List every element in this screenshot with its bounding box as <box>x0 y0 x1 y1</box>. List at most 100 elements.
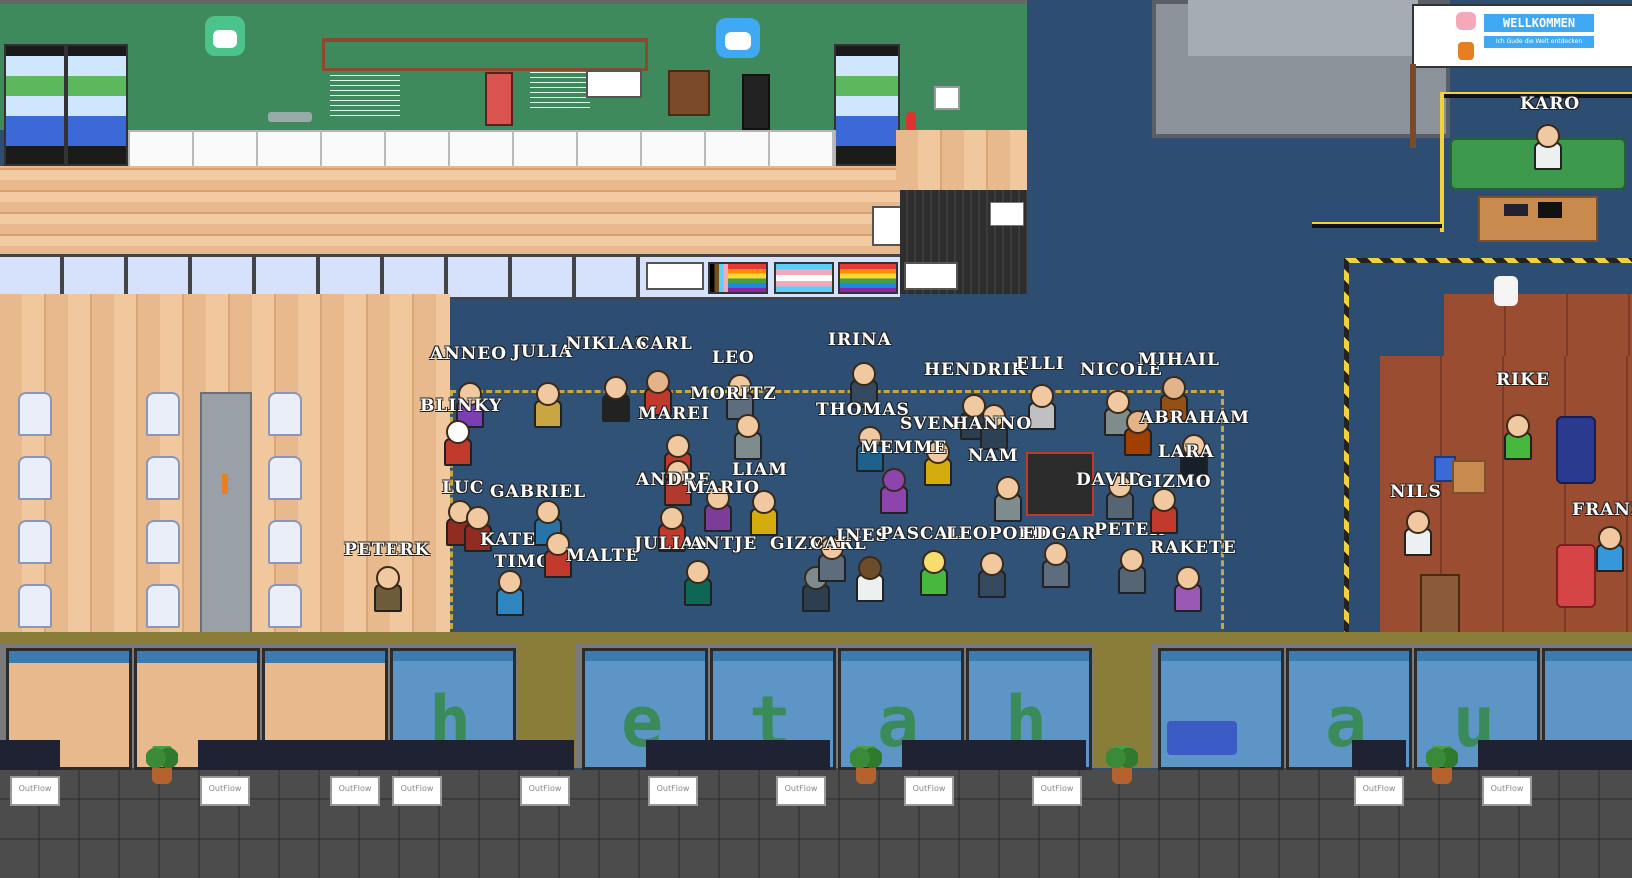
chair[interactable] <box>268 520 302 564</box>
avatar-head <box>646 370 670 394</box>
avatar-head <box>466 506 490 530</box>
llama-icon <box>1494 276 1518 306</box>
blue-sofa[interactable] <box>1167 721 1237 755</box>
player-avatar[interactable] <box>598 376 630 422</box>
avatar-name-label: GABRIEL <box>490 482 587 502</box>
avatar-head <box>1044 542 1068 566</box>
avatar-name-label: MALTE <box>566 546 640 566</box>
cat-logo-icon <box>716 18 760 58</box>
cat-logo-face-icon <box>213 30 237 48</box>
avatar-name-label: KARO <box>1520 94 1581 114</box>
pig-icon <box>1456 12 1476 30</box>
fridge-right[interactable] <box>834 44 900 166</box>
door-plaque: OutFlow <box>520 776 570 806</box>
monitor-icon <box>1538 202 1562 218</box>
chair[interactable] <box>268 392 302 436</box>
player-avatar[interactable] <box>876 468 908 514</box>
chair[interactable] <box>146 392 180 436</box>
long-table[interactable] <box>200 392 252 636</box>
player-avatar[interactable] <box>1400 510 1432 556</box>
player-avatar[interactable] <box>1500 414 1532 460</box>
player-avatar[interactable] <box>990 476 1022 522</box>
avatar-head <box>604 376 628 400</box>
banner-poster <box>904 262 958 290</box>
banner-poster <box>646 262 704 290</box>
vending-machine[interactable] <box>485 72 513 126</box>
dark-desk <box>646 740 830 770</box>
avatar-head <box>660 506 684 530</box>
player-avatar[interactable] <box>730 414 762 460</box>
chair[interactable] <box>268 584 302 628</box>
lectern[interactable] <box>1420 574 1460 634</box>
potted-plant-icon <box>846 746 886 786</box>
chair[interactable] <box>18 520 52 564</box>
door-plaque: OutFlow <box>904 776 954 806</box>
chair[interactable] <box>18 392 52 436</box>
avatar-head <box>376 566 400 590</box>
player-avatar[interactable] <box>440 420 472 466</box>
player-avatar[interactable] <box>1038 542 1070 588</box>
avatar-name-label: SVEN <box>900 414 958 434</box>
avatar-name-label: FRANZ <box>1572 500 1632 520</box>
player-avatar[interactable] <box>1146 488 1178 534</box>
player-avatar[interactable] <box>916 550 948 596</box>
walkway <box>0 632 1632 644</box>
drink-machine[interactable] <box>742 74 770 130</box>
avatar-name-label: ANNEO <box>430 344 508 364</box>
first-aid-box <box>934 86 960 110</box>
avatar-name-label: ANTJE <box>690 534 758 554</box>
avatar-name-label: RIKE <box>1496 370 1550 390</box>
player-avatar[interactable] <box>1114 548 1146 594</box>
avatar-head <box>882 468 906 492</box>
avatar-name-label: MARIO <box>686 478 760 498</box>
door-plaque: OutFlow <box>648 776 698 806</box>
rainbow-pride-flag <box>838 262 898 294</box>
player-avatar[interactable] <box>1170 566 1202 612</box>
avatar-name-label: MEMME <box>860 438 948 458</box>
blue-armchair[interactable] <box>1556 416 1596 484</box>
office-glass <box>1158 648 1284 770</box>
avatar-head <box>1176 566 1200 590</box>
fridge-left-2[interactable] <box>66 44 128 166</box>
chair[interactable] <box>146 456 180 500</box>
chair[interactable] <box>146 520 180 564</box>
avatar-name-label: MIHAIL <box>1138 350 1220 370</box>
avatar-head <box>1406 510 1430 534</box>
door-plaque: OutFlow <box>1354 776 1404 806</box>
chair[interactable] <box>18 456 52 500</box>
player-avatar[interactable] <box>370 566 402 612</box>
kitchen-wall-top-border <box>0 0 1027 4</box>
avatar-name-label: NILS <box>1390 482 1442 502</box>
avatar-name-label: DAVID <box>1076 470 1144 490</box>
avatar-head <box>498 570 522 594</box>
player-avatar[interactable] <box>530 382 562 428</box>
trans-pride-flag <box>774 262 834 294</box>
avatar-head <box>686 560 710 584</box>
sign-post <box>1410 64 1416 148</box>
chair[interactable] <box>18 584 52 628</box>
side-table[interactable] <box>1452 460 1486 494</box>
avatar-name-label: KATE <box>480 530 536 550</box>
fridge-left-1[interactable] <box>4 44 66 166</box>
avatar-name-label: LARA <box>1158 442 1215 462</box>
avatar-name-label: PETERK <box>344 540 431 560</box>
chair[interactable] <box>268 456 302 500</box>
avatar-name-label: HENDRIK <box>924 360 1028 380</box>
menu-board <box>530 72 590 112</box>
potted-plant-icon <box>1422 746 1462 786</box>
chair[interactable] <box>146 584 180 628</box>
avatar-head <box>1120 548 1144 572</box>
door-plaque: OutFlow <box>776 776 826 806</box>
progress-pride-flag <box>708 262 768 294</box>
player-avatar[interactable] <box>492 570 524 616</box>
potted-plant-icon <box>1102 746 1142 786</box>
player-avatar[interactable] <box>974 552 1006 598</box>
red-armchair[interactable] <box>1556 544 1596 608</box>
door-plaque: OutFlow <box>330 776 380 806</box>
avatar-name-label: IRINA <box>828 330 892 350</box>
avatar-name-label: NAM <box>968 446 1019 466</box>
player-avatar[interactable] <box>680 560 712 606</box>
player-avatar[interactable] <box>1592 526 1624 572</box>
player-avatar[interactable] <box>1530 124 1562 170</box>
player-avatar[interactable] <box>852 556 884 602</box>
